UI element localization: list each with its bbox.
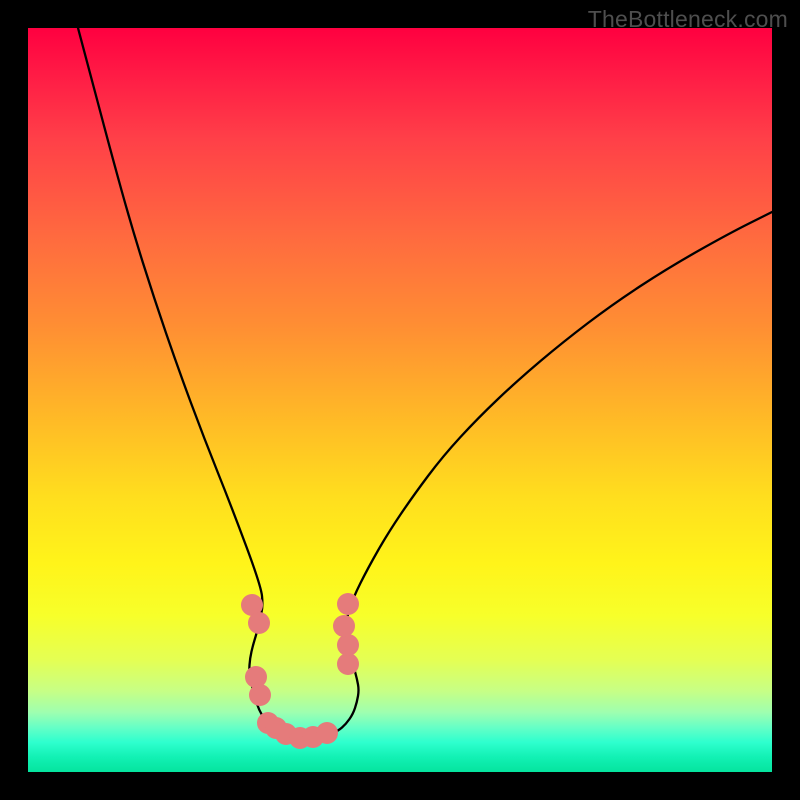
data-point (248, 612, 270, 634)
plot-area (28, 28, 772, 772)
data-point (333, 615, 355, 637)
right-curve (298, 212, 772, 738)
chart-frame: TheBottleneck.com (0, 0, 800, 800)
data-point (337, 634, 359, 656)
data-markers (241, 593, 359, 749)
curve-layer (28, 28, 772, 772)
data-point (337, 653, 359, 675)
data-point (337, 593, 359, 615)
data-point (316, 722, 338, 744)
watermark-text: TheBottleneck.com (588, 6, 788, 33)
data-point (249, 684, 271, 706)
